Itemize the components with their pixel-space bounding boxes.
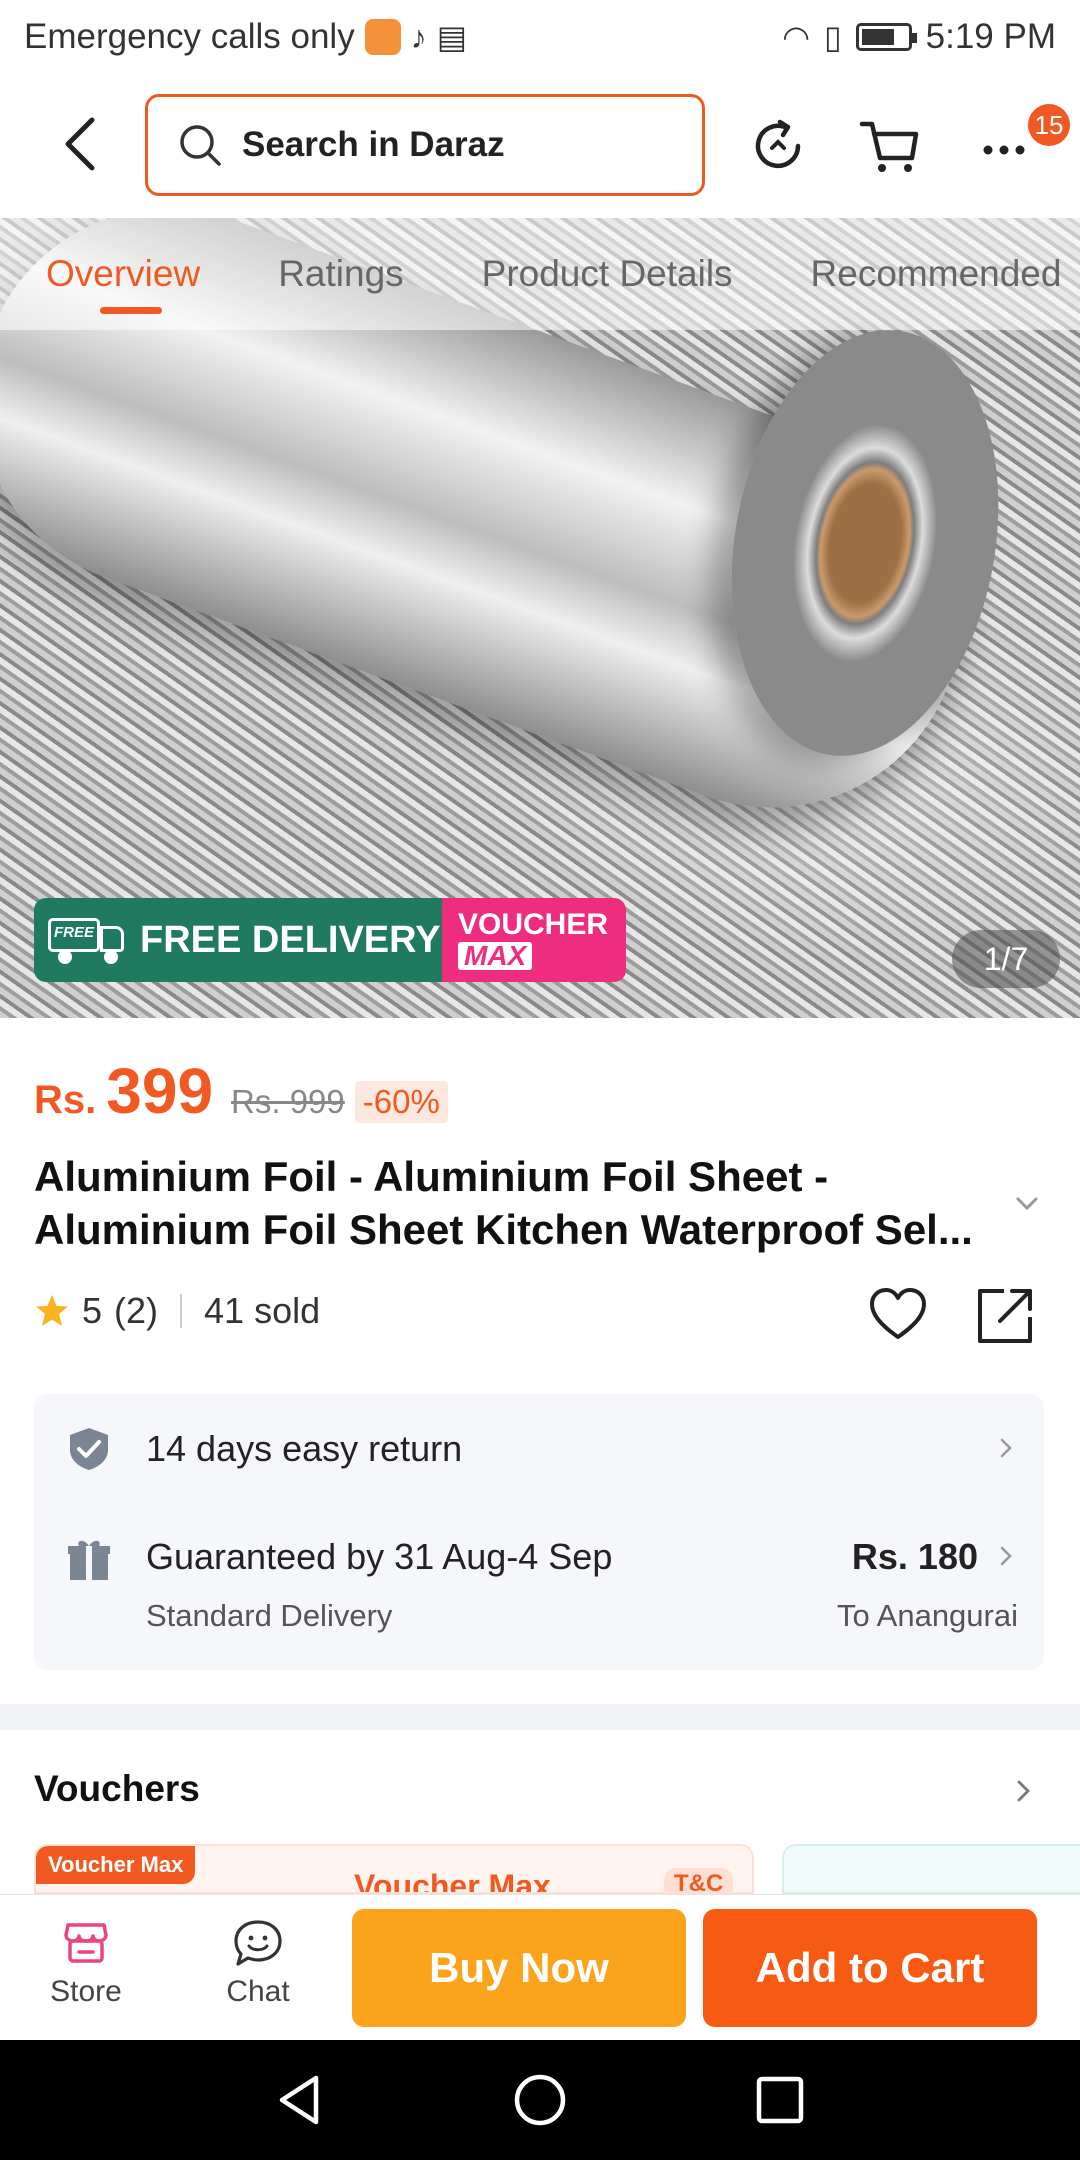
delivery-row[interactable]: Guaranteed by 31 Aug-4 Sep Standard Deli… <box>34 1506 1044 1670</box>
chat-icon <box>234 1920 282 1966</box>
free-delivery-badge: FREE FREE DELIVERY <box>34 898 442 982</box>
delivery-destination: To Anangurai <box>837 1598 1018 1633</box>
service-card: 14 days easy return Guaranteed by 31 Aug… <box>34 1394 1044 1670</box>
share-icon[interactable] <box>976 1285 1036 1345</box>
wishlist-heart-icon[interactable] <box>868 1285 928 1345</box>
carrier-text: Emergency calls only <box>24 17 355 56</box>
delivery-truck-icon: FREE <box>48 918 128 964</box>
tab-recommended[interactable]: Recommended <box>811 253 1062 295</box>
voucher-max-badge: VOUCHER MAX <box>442 898 626 982</box>
clock: 5:19 PM <box>925 17 1056 56</box>
store-button[interactable]: Store <box>26 1919 146 2009</box>
bottom-action-bar: Store Chat Buy Now Add to Cart <box>0 1894 1080 2040</box>
voucher-text: VOUCHER <box>458 908 609 941</box>
tiktok-icon: ♪ <box>410 18 427 55</box>
system-navigation-bar <box>0 2040 1080 2160</box>
refresh-icon[interactable] <box>746 114 810 178</box>
voucher-terms-link[interactable]: T&C <box>664 1868 734 1892</box>
rating-value: 5 <box>82 1290 103 1331</box>
system-home-icon[interactable] <box>510 2070 570 2130</box>
top-nav: Search in Daraz 15 <box>0 74 1080 214</box>
store-icon <box>64 1923 108 1963</box>
delivery-price: Rs. 180 <box>851 1536 978 1577</box>
current-price: 399 <box>106 1055 214 1127</box>
chat-label: Chat <box>226 1975 290 2008</box>
rating-row[interactable]: 5 (2) 41 sold <box>34 1290 320 1332</box>
delivery-guarantee-text: Guaranteed by 31 Aug-4 Sep <box>146 1536 613 1577</box>
chevron-down-icon[interactable] <box>1012 1188 1042 1218</box>
voucher-card-tag: Voucher Max <box>36 1846 196 1884</box>
section-divider <box>0 1704 1080 1730</box>
wifi-icon: ◠ <box>782 19 811 55</box>
store-label: Store <box>50 1975 122 2008</box>
vouchers-heading[interactable]: Vouchers <box>34 1768 200 1810</box>
search-input[interactable]: Search in Daraz <box>145 94 705 196</box>
calendar-icon: ▤ <box>436 19 467 55</box>
status-bar: Emergency calls only ♪ ▤ ◠ ▯ 5:19 PM <box>0 0 1080 74</box>
tab-overview[interactable]: Overview <box>46 253 200 314</box>
free-tag: FREE <box>54 924 95 941</box>
return-policy-text: 14 days easy return <box>146 1428 463 1469</box>
chevron-right-icon[interactable] <box>1010 1778 1036 1804</box>
section-tabs: Overview Ratings Product Details Recomme… <box>0 218 1080 330</box>
original-price: Rs. 999 <box>231 1083 345 1120</box>
free-delivery-text: FREE DELIVERY <box>140 918 441 961</box>
voucher-card-name: Voucher Max <box>354 1868 551 1894</box>
price-row: Rs. 399 Rs. 999 -60% <box>34 1054 448 1128</box>
product-title[interactable]: Aluminium Foil - Aluminium Foil Sheet - … <box>34 1150 994 1256</box>
divider <box>180 1294 183 1328</box>
image-counter: 1/7 <box>952 930 1060 988</box>
chevron-right-icon <box>1000 1438 1012 1458</box>
chevron-right-icon <box>1000 1546 1012 1566</box>
tab-ratings[interactable]: Ratings <box>278 253 403 295</box>
status-right: ◠ ▯ 5:19 PM <box>782 17 1056 57</box>
return-policy-row[interactable]: 14 days easy return <box>34 1394 1044 1506</box>
search-placeholder: Search in Daraz <box>242 125 505 164</box>
currency-label: Rs. <box>34 1078 97 1122</box>
gift-box-icon <box>68 1540 110 1580</box>
rating-count: (2) <box>114 1290 159 1331</box>
voucher-card[interactable]: Voucher Max Voucher Max T&C <box>34 1844 754 1894</box>
tab-product-details[interactable]: Product Details <box>482 253 733 295</box>
battery-icon <box>855 23 917 51</box>
back-arrow-icon[interactable] <box>52 114 112 174</box>
chat-button[interactable]: Chat <box>198 1919 318 2009</box>
notification-badge: 15 <box>1028 104 1070 146</box>
sold-count: 41 sold <box>204 1290 321 1331</box>
app-notification-icon <box>364 19 401 55</box>
add-to-cart-button[interactable]: Add to Cart <box>703 1909 1037 2027</box>
product-image-gallery[interactable]: Overview Ratings Product Details Recomme… <box>0 218 1080 1018</box>
max-text: MAX <box>458 942 533 970</box>
search-icon <box>180 125 221 166</box>
buy-now-button[interactable]: Buy Now <box>352 1909 686 2027</box>
delivery-type-text: Standard Delivery <box>146 1598 393 1633</box>
voucher-card-secondary[interactable] <box>782 1844 1080 1894</box>
system-back-icon[interactable] <box>270 2070 330 2130</box>
system-recents-icon[interactable] <box>750 2070 810 2130</box>
status-left: Emergency calls only ♪ ▤ <box>24 17 467 57</box>
shield-check-icon <box>70 1428 108 1470</box>
star-icon <box>36 1295 68 1326</box>
cart-icon[interactable] <box>858 114 922 178</box>
promo-banner: FREE FREE DELIVERY VOUCHER MAX <box>34 898 626 982</box>
sim-icon: ▯ <box>824 19 842 55</box>
discount-badge: -60% <box>354 1081 448 1123</box>
